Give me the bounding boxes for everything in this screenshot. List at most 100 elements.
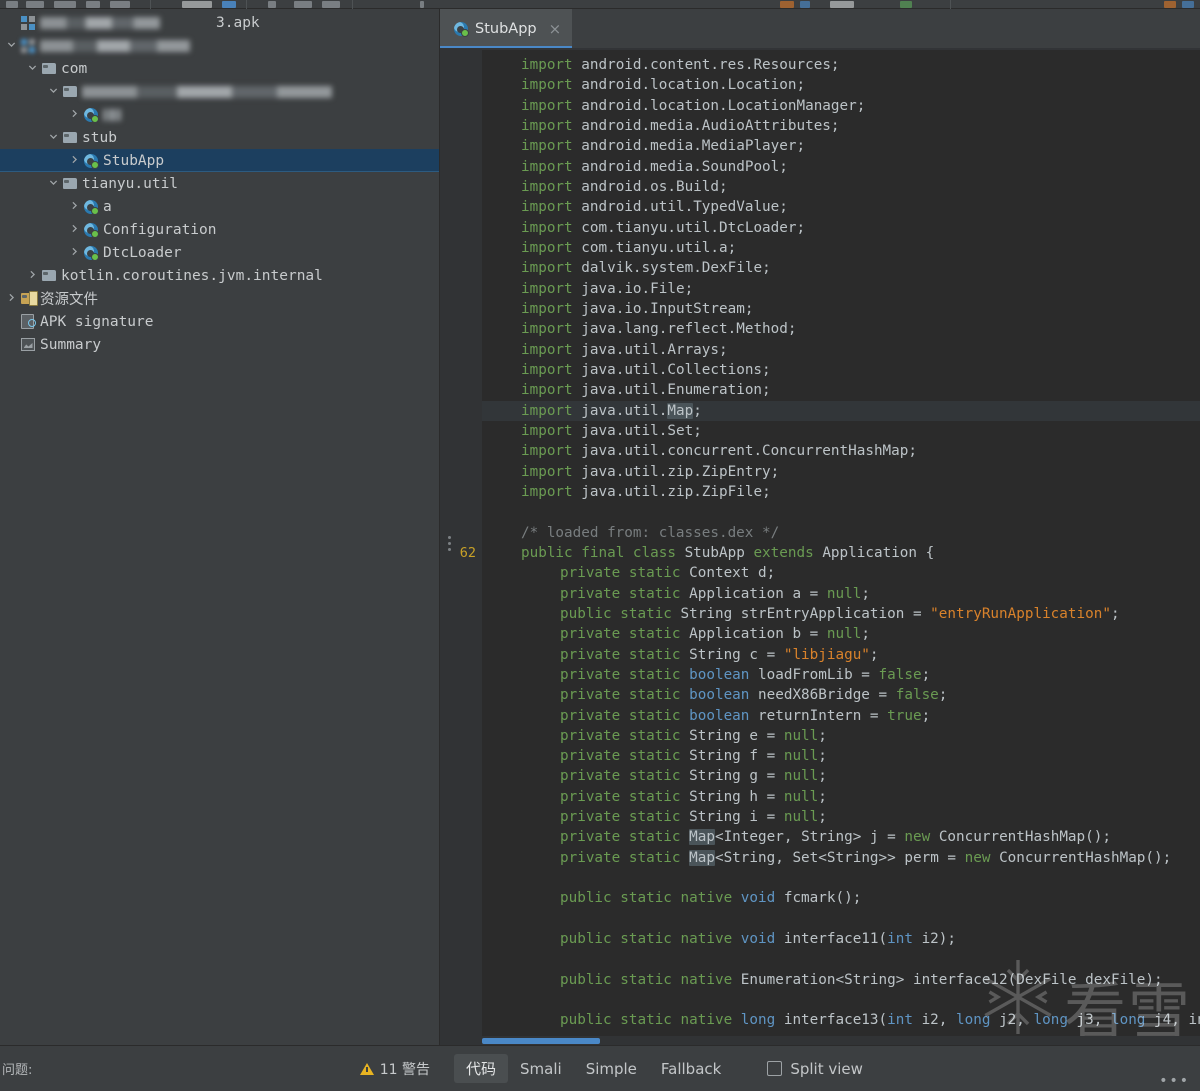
class-icon — [83, 199, 99, 215]
code-line: private static String e = null; — [560, 727, 827, 744]
project-tree[interactable]: 3.apk com stub StubApp tianyu.util a Configura… — [0, 9, 439, 356]
toolbar-icon[interactable] — [1182, 1, 1194, 8]
tree-item[interactable]: APK signature — [0, 310, 439, 333]
tree-expander[interactable] — [25, 63, 40, 74]
code-line: public static native long interface13(in… — [560, 1012, 1200, 1029]
tree-item-label: kotlin.coroutines.jvm.internal — [61, 267, 323, 284]
view-tab-fallback[interactable]: Fallback — [649, 1056, 733, 1082]
tree-expander[interactable] — [4, 40, 19, 51]
toolbar-icon[interactable] — [900, 1, 912, 8]
code-line: import com.tianyu.util.a; — [521, 239, 737, 256]
toolbar-icon[interactable] — [294, 1, 312, 8]
tab-stubapp[interactable]: StubApp × — [440, 9, 573, 49]
tree-item[interactable]: kotlin.coroutines.jvm.internal — [0, 264, 439, 287]
tree-item[interactable]: 3.apk — [0, 11, 439, 34]
code-fold-handle[interactable] — [447, 535, 452, 551]
view-tab-code[interactable]: 代码 — [454, 1054, 509, 1083]
toolbar-icon[interactable] — [1164, 1, 1176, 8]
tree-expander[interactable] — [67, 109, 82, 120]
summary-icon — [20, 338, 35, 351]
class-icon — [83, 107, 99, 123]
tree-item[interactable] — [0, 103, 439, 126]
tree-expander[interactable] — [25, 270, 40, 281]
toolbar-divider — [352, 0, 353, 9]
tree-item-label: DtcLoader — [103, 244, 182, 261]
horizontal-scrollbar[interactable] — [482, 1036, 1200, 1045]
toolbar-icon[interactable] — [268, 1, 276, 8]
folder-icon — [41, 270, 56, 281]
tree-item[interactable]: DtcLoader — [0, 241, 439, 264]
tree-item-label: com — [61, 60, 88, 77]
tree-item[interactable]: 资源文件 — [0, 287, 439, 310]
tree-item-selected[interactable]: StubApp — [0, 149, 439, 172]
close-icon[interactable]: × — [544, 21, 562, 37]
tree-item[interactable]: stub — [0, 126, 439, 149]
toolbar-icon[interactable] — [322, 1, 340, 8]
code-line: private static boolean returnIntern = tr… — [560, 707, 931, 724]
main-toolbar[interactable] — [0, 0, 1200, 9]
archive-icon — [20, 38, 35, 53]
toolbar-icon[interactable] — [182, 1, 212, 8]
code-line: public static String strEntryApplication… — [560, 605, 1120, 622]
tree-item[interactable] — [0, 34, 439, 57]
editor-gutter[interactable]: 62 — [440, 49, 482, 1045]
tree-expander[interactable] — [46, 132, 61, 143]
tree-expander[interactable] — [4, 293, 19, 304]
tree-expander[interactable] — [46, 86, 61, 97]
tab-label: StubApp — [475, 21, 537, 37]
tree-item[interactable] — [0, 80, 439, 103]
code-line: public final class StubApp extends Appli… — [521, 544, 935, 561]
tree-expander[interactable] — [67, 155, 82, 166]
tabbar-filler — [572, 9, 1200, 49]
class-icon — [83, 222, 99, 238]
tree-item-label: Configuration — [103, 221, 217, 238]
view-tab-smali[interactable]: Smali — [508, 1056, 574, 1082]
tree-item[interactable]: Configuration — [0, 218, 439, 241]
tree-expander[interactable] — [67, 224, 82, 235]
code-line: private static String h = null; — [560, 788, 827, 805]
toolbar-icon[interactable] — [54, 1, 76, 8]
code-line: import dalvik.system.DexFile; — [521, 260, 771, 277]
toolbar-icon[interactable] — [420, 1, 424, 8]
toolbar-icon[interactable] — [110, 1, 130, 8]
folder-icon — [62, 86, 77, 97]
code-line: import android.location.LocationManager; — [521, 97, 866, 114]
toolbar-icon[interactable] — [222, 1, 236, 8]
toolbar-icon[interactable] — [780, 1, 794, 8]
folder-icon — [62, 178, 77, 189]
toolbar-divider — [246, 0, 247, 9]
overflow-menu-icon[interactable]: ••• — [1159, 1073, 1190, 1089]
view-mode-bar[interactable]: 代码 Smali Simple Fallback Split view ••• — [440, 1046, 1200, 1091]
tree-expander[interactable] — [67, 201, 82, 212]
code-text[interactable]: import android.content.res.Resources; imp… — [482, 49, 1200, 1045]
toolbar-icon[interactable] — [26, 1, 44, 8]
toolbar-icon[interactable] — [86, 1, 100, 8]
project-tree-pane[interactable]: 3.apk com stub StubApp tianyu.util a Configura… — [0, 9, 440, 1045]
split-view-checkbox[interactable] — [767, 1061, 783, 1076]
code-line: public static native void fcmark(); — [560, 890, 862, 907]
code-line: public static native void interface11(in… — [560, 931, 957, 948]
tree-expander[interactable] — [46, 178, 61, 189]
resource-folder-icon — [20, 291, 38, 306]
apk-archive-icon — [20, 15, 35, 30]
ide-window: 3.apk com stub StubApp tianyu.util a Configura… — [0, 0, 1200, 1091]
class-icon — [454, 22, 469, 37]
code-line: private static String c = "libjiagu"; — [560, 646, 879, 663]
code-editor[interactable]: 62 import android.content.res.Resources;… — [440, 49, 1200, 1045]
tree-item[interactable]: Summary — [0, 333, 439, 356]
tree-item[interactable]: com — [0, 57, 439, 80]
toolbar-icon[interactable] — [6, 1, 18, 8]
view-tab-simple[interactable]: Simple — [574, 1056, 649, 1082]
folder-icon — [41, 63, 56, 74]
toolbar-icon[interactable] — [830, 1, 854, 8]
scrollbar-thumb[interactable] — [482, 1038, 600, 1044]
code-line: private static String f = null; — [560, 748, 827, 765]
tree-item[interactable]: tianyu.util — [0, 172, 439, 195]
tree-expander[interactable] — [67, 247, 82, 258]
warning-status[interactable]: 11 警告 — [359, 1059, 430, 1079]
tree-item[interactable]: a — [0, 195, 439, 218]
code-line: import com.tianyu.util.DtcLoader; — [521, 219, 806, 236]
editor-tabbar[interactable]: StubApp × — [440, 9, 1200, 49]
split-view-toggle[interactable]: Split view — [767, 1060, 863, 1078]
toolbar-icon[interactable] — [800, 1, 810, 8]
